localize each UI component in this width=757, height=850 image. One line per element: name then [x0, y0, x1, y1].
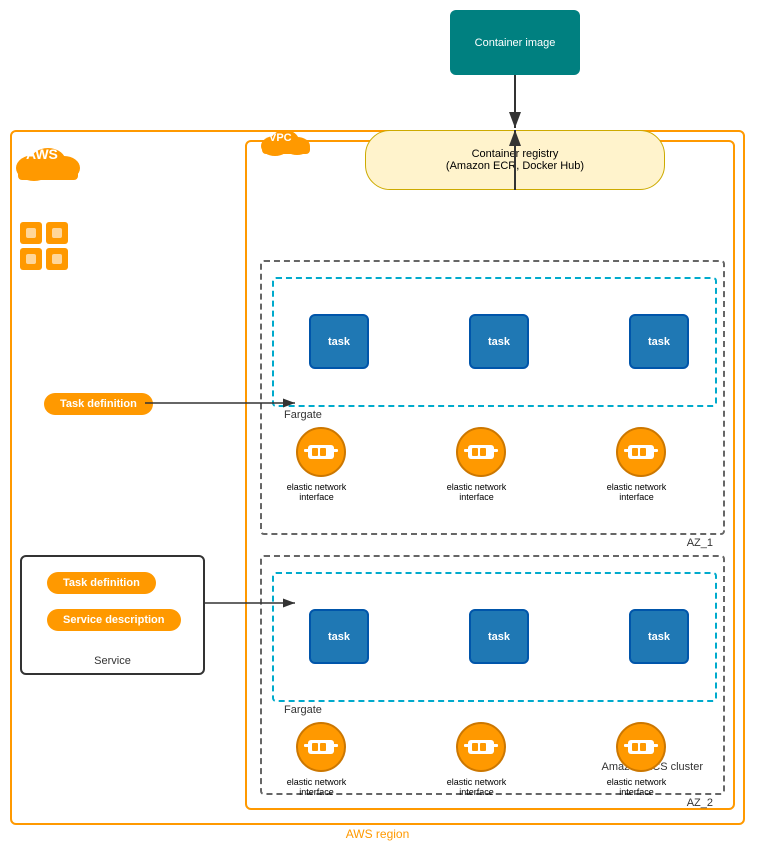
task-box-az1-1: task [309, 314, 369, 369]
task-box-az2-2: task [469, 609, 529, 664]
container-registry-label: Container registry(Amazon ECR, Docker Hu… [446, 148, 584, 172]
eni-az1-2: elastic networkinterface [452, 427, 509, 502]
aws-region-label: AWS region [346, 827, 410, 841]
eni-az1-1-label: elastic networkinterface [284, 482, 349, 502]
service-task-def-label: Task definition [63, 577, 140, 589]
az1-label: AZ_1 [687, 537, 713, 549]
vpc-text: VPC [269, 132, 292, 144]
service-task-def-button[interactable]: Task definition [47, 572, 156, 594]
az2-box: AZ_2 Amazon ECS cluster Fargate task tas… [260, 555, 725, 795]
eni-az1-1: elastic networkinterface [292, 427, 349, 502]
eni-az2-2-label: elastic networkinterface [444, 777, 509, 797]
aws-cloud: AWS [12, 138, 84, 186]
service-desc-button[interactable]: Service description [47, 609, 181, 631]
vpc-label: VPC [257, 128, 337, 159]
fargate2-box: Fargate task task task [272, 572, 717, 702]
eni-az1-3-label: elastic networkinterface [604, 482, 669, 502]
az1-box: AZ_1 Fargate task task task [260, 260, 725, 535]
container-image-label: Container image [475, 37, 556, 49]
eni-az2-3: elastic networkinterface [612, 722, 669, 797]
task-definition-button[interactable]: Task definition [44, 393, 153, 415]
eni-az2-2: elastic networkinterface [452, 722, 509, 797]
task-box-az2-1: task [309, 609, 369, 664]
fargate2-label: Fargate [284, 704, 322, 716]
fargate1-label: Fargate [284, 409, 322, 421]
task-box-az1-2: task [469, 314, 529, 369]
eni-az1-3: elastic networkinterface [612, 427, 669, 502]
container-image-box: Container image [450, 10, 580, 75]
task-def-label: Task definition [60, 398, 137, 410]
service-box: Task definition Service description Serv… [20, 555, 205, 675]
diagram-container: Container image AWS region AWS [0, 0, 757, 850]
eni-az2-3-label: elastic networkinterface [604, 777, 669, 797]
ecs-icon [18, 220, 70, 275]
service-desc-label: Service description [63, 614, 165, 626]
aws-text: AWS [26, 146, 58, 162]
eni-az1-2-label: elastic networkinterface [444, 482, 509, 502]
fargate1-box: Fargate task task task [272, 277, 717, 407]
service-label: Service [94, 655, 131, 667]
eni-az2-1: elastic networkinterface [292, 722, 349, 797]
container-registry-box: Container registry(Amazon ECR, Docker Hu… [365, 130, 665, 190]
task-box-az2-3: task [629, 609, 689, 664]
eni-az2-1-label: elastic networkinterface [284, 777, 349, 797]
az2-label: AZ_2 [687, 797, 713, 809]
task-box-az1-3: task [629, 314, 689, 369]
